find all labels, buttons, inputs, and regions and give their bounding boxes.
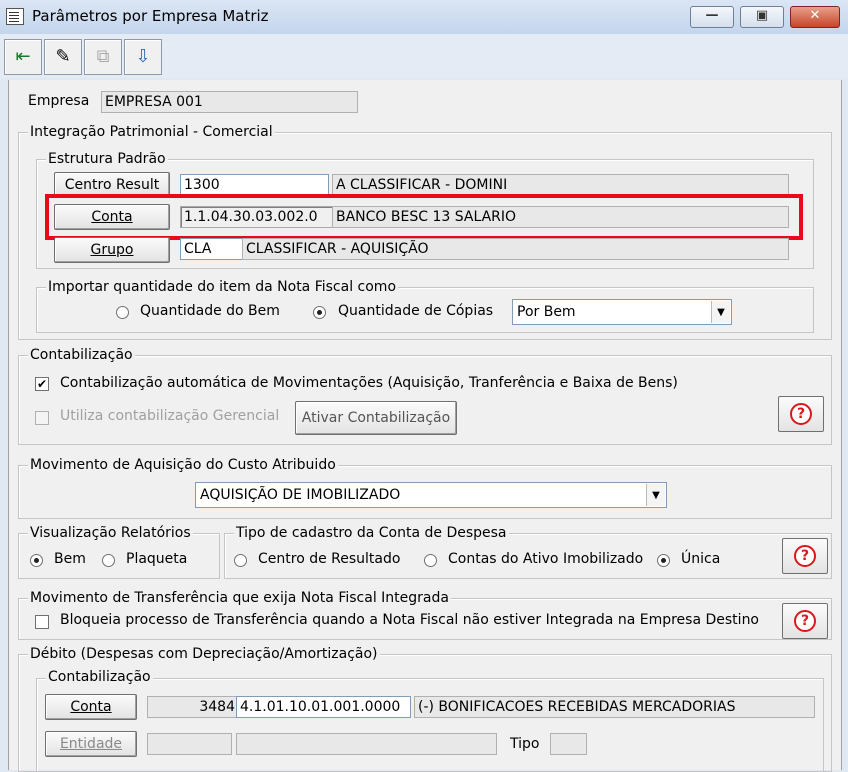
- contas-ativo-radio[interactable]: [424, 554, 437, 567]
- importar-combo-value: Por Bem: [517, 304, 576, 320]
- contabilizacao-auto-label: Contabilização automática de Movimentaçõ…: [60, 375, 678, 391]
- visualizacao-bem-label: Bem: [54, 551, 86, 567]
- entidade-code: [147, 733, 232, 755]
- debito-conta-button[interactable]: Conta: [45, 694, 137, 720]
- copy-icon: ⧉: [96, 46, 110, 67]
- close-icon: ✕: [809, 8, 821, 23]
- contabilizacao-title: Contabilização: [28, 347, 135, 363]
- aquisicao-combo-value: AQUISIÇÃO DE IMOBILIZADO: [200, 487, 401, 503]
- aquisicao-combo[interactable]: AQUISIÇÃO DE IMOBILIZADO ▼: [195, 482, 667, 508]
- ativar-contabilizacao-button[interactable]: Ativar Contabilização: [295, 401, 457, 435]
- tipo-label: Tipo: [510, 736, 540, 752]
- grupo-desc: CLASSIFICAR - AQUISIÇÃO: [242, 238, 789, 260]
- tipo-cadastro-help-button[interactable]: ?: [782, 538, 828, 574]
- debito-conta-code-input[interactable]: 4.1.01.10.01.001.0000: [236, 696, 411, 718]
- visualizacao-plaqueta-radio[interactable]: [102, 554, 115, 567]
- empresa-label: Empresa: [28, 93, 90, 109]
- visualizacao-title: Visualização Relatórios: [28, 525, 193, 541]
- importar-combo[interactable]: Por Bem ▼: [512, 299, 732, 325]
- quantidade-bem-radio[interactable]: [116, 306, 129, 319]
- contas-ativo-label: Contas do Ativo Imobilizado: [448, 551, 644, 567]
- grupo-button-label: Grupo: [90, 242, 134, 258]
- debito-conta-desc: (-) BONIFICACOES RECEBIDAS MERCADORIAS: [414, 696, 815, 718]
- highlight-box: [45, 194, 803, 240]
- contabilizacao-auto-checkbox[interactable]: ✔: [35, 377, 49, 391]
- chevron-down-icon[interactable]: ▼: [711, 301, 730, 323]
- entidade-desc: [236, 733, 497, 755]
- bloqueia-label: Bloqueia processo de Transferência quand…: [60, 612, 760, 628]
- debito-contab-group: [36, 678, 824, 772]
- quantidade-bem-label: Quantidade do Bem: [140, 303, 280, 319]
- debito-conta-button-label: Conta: [70, 699, 112, 715]
- centro-resultado-radio[interactable]: [234, 554, 247, 567]
- entidade-button-label: Entidade: [59, 736, 123, 752]
- bloqueia-checkbox[interactable]: [35, 615, 49, 629]
- edit-icon: ✎: [55, 46, 71, 67]
- tipo-field: [550, 733, 587, 755]
- centro-result-desc: A CLASSIFICAR - DOMINI: [332, 174, 789, 196]
- edit-button[interactable]: ✎: [44, 39, 82, 75]
- centro-resultado-label: Centro de Resultado: [258, 551, 401, 567]
- aquisicao-title: Movimento de Aquisição do Custo Atribuid…: [28, 457, 338, 473]
- help-icon: ?: [794, 610, 816, 632]
- unica-label: Única: [681, 551, 721, 567]
- exit-button[interactable]: ⇤: [4, 39, 42, 75]
- empresa-field: EMPRESA 001: [101, 91, 358, 113]
- minimize-button[interactable]: —: [690, 6, 734, 28]
- close-button[interactable]: ✕: [790, 6, 840, 28]
- maximize-button[interactable]: ▣: [740, 6, 784, 28]
- visualizacao-bem-radio[interactable]: [30, 554, 43, 567]
- unica-radio[interactable]: [657, 554, 670, 567]
- centro-result-code-input[interactable]: 1300: [180, 174, 329, 196]
- visualizacao-plaqueta-label: Plaqueta: [126, 551, 188, 567]
- maximize-icon: ▣: [755, 8, 769, 23]
- copy-button[interactable]: ⧉: [84, 39, 122, 75]
- debito-conta-num: 3484: [147, 696, 240, 718]
- debito-contab-title: Contabilização: [46, 669, 153, 685]
- window-title: Parâmetros por Empresa Matriz: [32, 7, 269, 25]
- transferencia-title: Movimento de Transferência que exija Not…: [28, 590, 451, 606]
- minimize-icon: —: [705, 8, 719, 23]
- integracao-title: Integração Patrimonial - Comercial: [28, 124, 275, 140]
- save-button[interactable]: ⇩: [124, 39, 162, 75]
- help-icon: ?: [794, 545, 816, 567]
- contabilizacao-help-button[interactable]: ?: [778, 396, 824, 432]
- transferencia-help-button[interactable]: ?: [782, 603, 828, 639]
- debito-title: Débito (Despesas com Depreciação/Amortiz…: [28, 646, 380, 662]
- gerencial-label: Utiliza contabilização Gerencial: [60, 408, 280, 424]
- exit-icon: ⇤: [15, 46, 31, 67]
- tipo-cadastro-title: Tipo de cadastro da Conta de Despesa: [234, 525, 509, 541]
- quantidade-copias-label: Quantidade de Cópias: [338, 303, 494, 319]
- grupo-button[interactable]: Grupo: [54, 237, 170, 263]
- window-icon: [6, 8, 24, 25]
- estrutura-title: Estrutura Padrão: [46, 151, 168, 167]
- grupo-code-input[interactable]: CLA: [180, 238, 243, 260]
- save-icon: ⇩: [135, 46, 151, 67]
- help-icon: ?: [790, 403, 812, 425]
- importar-title: Importar quantidade do item da Nota Fisc…: [46, 279, 399, 295]
- quantidade-copias-radio[interactable]: [313, 306, 326, 319]
- chevron-down-icon[interactable]: ▼: [646, 484, 665, 506]
- gerencial-checkbox[interactable]: [35, 411, 49, 425]
- entidade-button[interactable]: Entidade: [45, 731, 137, 757]
